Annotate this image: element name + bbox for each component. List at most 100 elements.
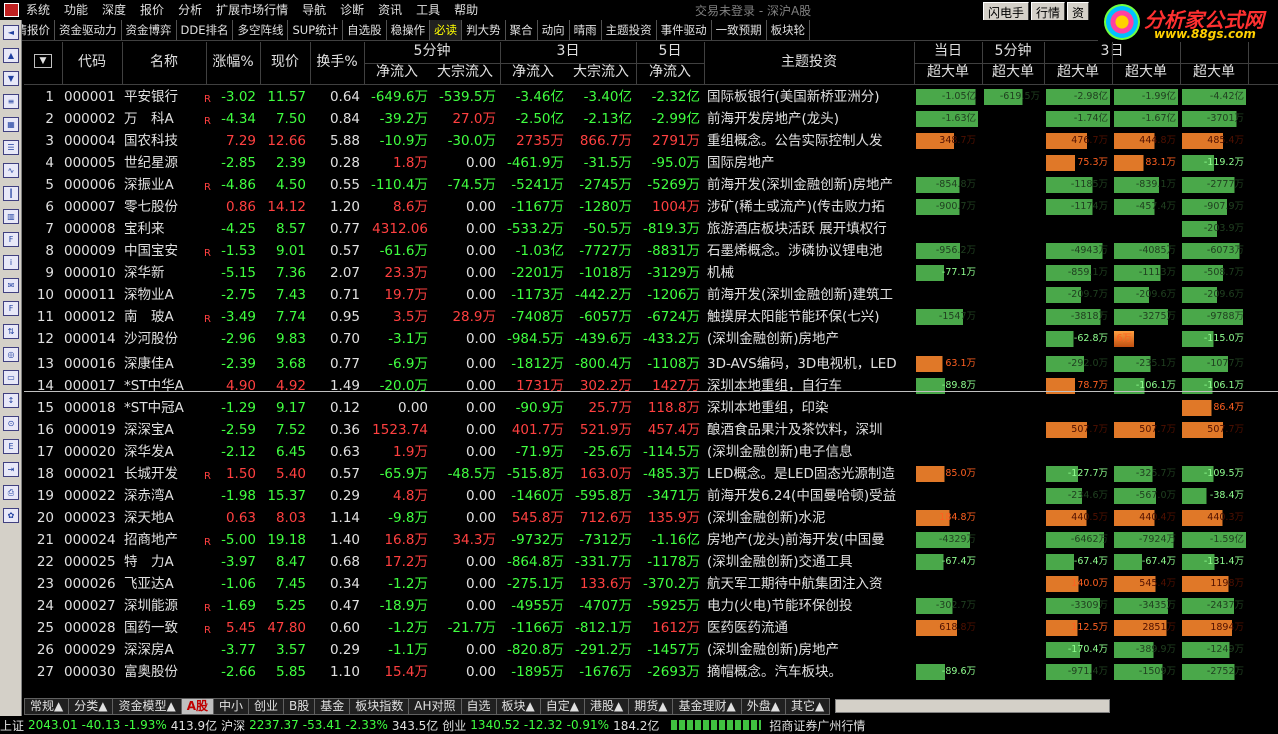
table-row[interactable]: 25 000028 国药一致 R 5.45 47.80 0.60 -1.2万 -21.7万 -11… xyxy=(24,617,1278,639)
table-row[interactable]: 14 000017 *ST中华A 4.90 4.92 1.49 -20.0万 0.00 1731… xyxy=(24,375,1278,397)
table-row[interactable]: 12 000014 沙河股份 -2.96 9.83 0.70 -3.1万 0.00 -984.5… xyxy=(24,328,1278,350)
toolbar-tab[interactable]: 稳操作 xyxy=(387,20,431,40)
market-tab[interactable]: 港股▲ xyxy=(584,697,630,715)
table-row[interactable]: 3 000004 国农科技 7.29 12.66 5.88 -10.9万 -30.0万 2735… xyxy=(24,130,1278,152)
toolbar-tab[interactable]: 必读 xyxy=(430,20,463,40)
toolbar-tab[interactable]: 判大势 xyxy=(462,20,506,40)
exit-icon[interactable]: ⇥ xyxy=(3,462,19,477)
menu-item[interactable]: 资讯 xyxy=(371,0,409,20)
table-row[interactable]: 27 000030 富奥股份 -2.66 5.85 1.10 15.4万 0.00 -1895万… xyxy=(24,661,1278,683)
toolbar-tab[interactable]: 多空阵线 xyxy=(233,20,289,40)
market-tab[interactable]: 基金理财▲ xyxy=(672,697,742,715)
market-tab[interactable]: 常规▲ xyxy=(24,697,70,715)
table-row[interactable]: 24 000027 深圳能源 R -1.69 5.25 0.47 -18.9万 0.00 -495… xyxy=(24,595,1278,617)
toolbar-tab[interactable]: 事件驱动 xyxy=(657,20,712,40)
market-tab[interactable]: 基金 xyxy=(314,697,351,715)
header-5day-super[interactable]: 超大单 xyxy=(1180,63,1248,84)
scan-icon[interactable]: ⊙ xyxy=(3,416,19,431)
market-tab[interactable]: AH对照 xyxy=(408,697,462,715)
header-5min-group[interactable]: 5分钟 xyxy=(364,42,500,63)
toolbar-tab[interactable]: 聚合 xyxy=(506,20,538,40)
market-tab[interactable]: 资金模型▲ xyxy=(112,697,182,715)
table-row[interactable]: 11 000012 南 玻A R -3.49 7.74 0.95 3.5万 28.9万 -7408… xyxy=(24,306,1278,328)
sort-dropdown-icon[interactable]: ▼ xyxy=(34,54,52,68)
table-row[interactable]: 16 000019 深深宝A -2.59 7.52 0.36 1523.74 0.00 401.… xyxy=(24,419,1278,441)
table-row[interactable]: 19 000022 深赤湾A -1.98 15.37 0.29 4.8万 0.00 -1460万… xyxy=(24,485,1278,507)
market-tab[interactable]: 外盘▲ xyxy=(740,697,786,715)
menu-item[interactable]: 功能 xyxy=(57,0,95,20)
header-3day-group[interactable]: 3日 xyxy=(500,42,636,63)
header-5min-netflow[interactable]: 净流入 xyxy=(364,63,430,84)
header-today-super[interactable]: 超大单 xyxy=(914,63,982,84)
table-row[interactable]: 13 000016 深康佳A -2.39 3.68 0.77 -6.9万 0.00 -1812万… xyxy=(24,353,1278,375)
toolbar-tab[interactable]: 主题投资 xyxy=(602,20,657,40)
news-icon[interactable]: ✉ xyxy=(3,278,19,293)
header-change[interactable]: 涨幅% xyxy=(206,42,260,84)
menu-item[interactable]: 分析 xyxy=(171,0,209,20)
print-icon[interactable]: ⎙ xyxy=(3,485,19,500)
kline-icon[interactable]: ┃ xyxy=(3,186,19,201)
header-3day-netflow[interactable]: 净流入 xyxy=(500,63,566,84)
f12-icon[interactable]: F xyxy=(3,301,19,316)
table-row[interactable]: 8 000009 中国宝安 R -1.53 9.01 0.57 -61.6万 0.00 -1.03… xyxy=(24,240,1278,262)
menu-item[interactable]: 工具 xyxy=(409,0,447,20)
back-icon[interactable]: ◄ xyxy=(3,25,19,40)
table-row[interactable]: 23 000026 飞亚达A -1.06 7.45 0.34 -1.2万 0.00 -275.1… xyxy=(24,573,1278,595)
down-icon[interactable]: ▼ xyxy=(3,71,19,86)
info-icon[interactable]: i xyxy=(3,255,19,270)
market-tab[interactable]: A股 xyxy=(180,697,214,715)
header-today-group[interactable]: 当日 xyxy=(914,42,982,63)
updown-icon[interactable]: ↕ xyxy=(3,393,19,408)
market-tab[interactable]: 自定▲ xyxy=(539,697,586,715)
folder-icon[interactable]: ▭ xyxy=(3,370,19,385)
header-5min-block[interactable]: 大宗流入 xyxy=(430,63,500,84)
toolbar-tab[interactable]: 板块轮 xyxy=(767,20,811,40)
market-tab[interactable]: 自选 xyxy=(460,697,497,715)
toolbar-tab[interactable]: SUP统计 xyxy=(288,20,344,40)
bars-icon[interactable]: ▥ xyxy=(3,209,19,224)
toolbar-tab[interactable]: 动向 xyxy=(538,20,570,40)
table-row[interactable]: 22 000025 特 力A -3.97 8.47 0.68 17.2万 0.00 -864.8… xyxy=(24,551,1278,573)
grid-icon[interactable]: ▦ xyxy=(3,117,19,132)
table-row[interactable]: 6 000007 零七股份 0.86 14.12 1.20 8.6万 0.00 -1167万 -1… xyxy=(24,196,1278,218)
header-5min-bar-group[interactable]: 5分钟 xyxy=(982,42,1044,63)
header-5day-netflow[interactable]: 净流入 xyxy=(636,63,704,84)
table-row[interactable]: 5 000006 深振业A R -4.86 4.50 0.55 -110.4万 -74.5万 -5… xyxy=(24,174,1278,196)
table-row[interactable]: 15 000018 *ST中冠A -1.29 9.17 0.12 0.00 0.00 -90.9… xyxy=(24,397,1278,419)
settings-icon[interactable]: ✿ xyxy=(3,508,19,523)
table-row[interactable]: 1 000001 平安银行 R -3.02 11.57 0.64 -649.6万 -539.5万… xyxy=(24,86,1278,108)
market-tab[interactable]: 板块▲ xyxy=(495,697,541,715)
header-name[interactable]: 名称 xyxy=(122,42,206,84)
compare-icon[interactable]: ⇅ xyxy=(3,324,19,339)
horizontal-scrollbar[interactable] xyxy=(835,699,1111,713)
menu-item[interactable]: 导航 xyxy=(295,0,333,20)
header-turnover[interactable]: 换手% xyxy=(310,42,364,84)
toolbar-tab[interactable]: 资金驱动力 xyxy=(55,20,122,40)
market-tab[interactable]: 中小 xyxy=(213,697,250,715)
menu-item[interactable]: 深度 xyxy=(95,0,133,20)
f10-icon[interactable]: F xyxy=(3,232,19,247)
toolbar-tab[interactable]: 自选股 xyxy=(343,20,387,40)
table-row[interactable]: 18 000021 长城开发 R 1.50 5.40 0.57 -65.9万 -48.5万 -51… xyxy=(24,463,1278,485)
table-row[interactable]: 4 000005 世纪星源 -2.85 2.39 0.28 1.8万 0.00 -461.9万 -… xyxy=(24,152,1278,174)
header-3day-super[interactable]: 超大单 xyxy=(1044,63,1112,84)
header-3day-super-2[interactable]: 超大单 xyxy=(1112,63,1180,84)
header-code[interactable]: 代码 xyxy=(62,42,122,84)
market-tab[interactable]: 板块指数 xyxy=(349,697,410,715)
toolbar-tab[interactable]: 晴雨 xyxy=(570,20,602,40)
market-tab[interactable]: 分类▲ xyxy=(68,697,114,715)
header-theme[interactable]: 主题投资 xyxy=(704,42,914,84)
monitor-icon[interactable]: ◎ xyxy=(3,347,19,362)
etf-icon[interactable]: E xyxy=(3,439,19,454)
market-tab[interactable]: 期货▲ xyxy=(628,697,674,715)
header-5day-group[interactable]: 5日 xyxy=(636,42,704,63)
market-tab[interactable]: 其它▲ xyxy=(784,697,831,715)
table-row[interactable]: 26 000029 深深房A -3.77 3.57 0.29 -1.1万 0.00 -820.8… xyxy=(24,639,1278,661)
toolbar-tab[interactable]: 资金博弈 xyxy=(122,20,177,40)
up-icon[interactable]: ▲ xyxy=(3,48,19,63)
toolbar-tab[interactable]: DDE排名 xyxy=(177,20,234,40)
table-row[interactable]: 10 000011 深物业A -2.75 7.43 0.71 19.7万 0.00 -1173万… xyxy=(24,284,1278,306)
toolbar-tab[interactable]: 一致预期 xyxy=(712,20,767,40)
table-row[interactable]: 9 000010 深华新 -5.15 7.36 2.07 23.3万 0.00 -2201万 -1… xyxy=(24,262,1278,284)
table-row[interactable]: 21 000024 招商地产 R -5.00 19.18 1.40 16.8万 34.3万 -97… xyxy=(24,529,1278,551)
